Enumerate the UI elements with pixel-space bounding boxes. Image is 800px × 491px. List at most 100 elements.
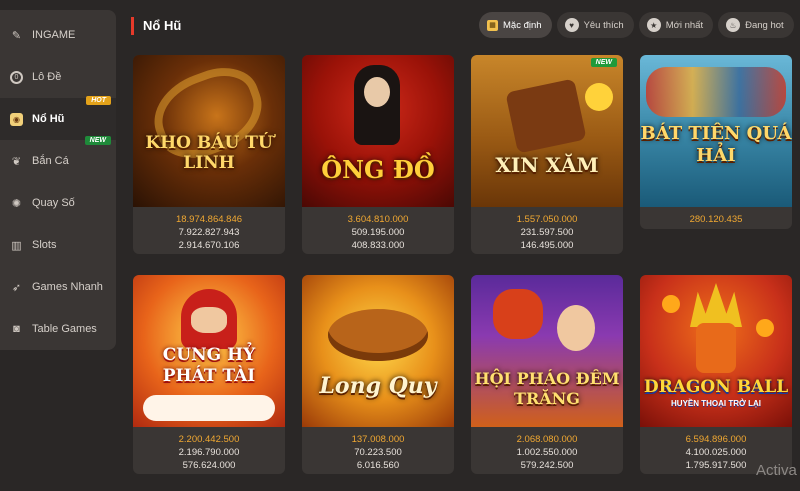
jackpot-value: 146.495.000 <box>520 240 574 251</box>
new-badge: NEW <box>590 58 617 67</box>
filter-label: Mặc định <box>503 19 542 31</box>
game-title-art: BÁT TIÊN QUÁ HẢI <box>640 123 792 166</box>
sidebar-item-games-nhanh[interactable]: ➶ Games Nhanh <box>0 266 116 308</box>
game-card-dragon-ball[interactable]: DRAGON BALL HUYỀN THOẠI TRỞ LẠI 6.594.89… <box>640 275 792 474</box>
jackpot-value: 231.597.500 <box>520 227 574 238</box>
game-thumbnail: ÔNG ĐỒ <box>302 55 454 207</box>
sidebar-item-slots[interactable]: ▥ Slots <box>0 224 116 266</box>
lottery-icon: ✺ <box>11 197 22 210</box>
jackpot-value: 2.068.080.000 <box>516 434 578 445</box>
rocket-icon: ➶ <box>11 281 22 294</box>
jackpot-value: 70.223.500 <box>354 447 402 458</box>
flower-art <box>585 83 613 111</box>
heart-icon: ♥ <box>564 18 579 32</box>
ingame-icon: ✎ <box>11 29 22 42</box>
sidebar: ✎ INGAME 0 Lô Đề ◉ Nổ Hũ HOT ❦ Bắn Cá NE… <box>0 10 116 350</box>
jackpot-value: 576.624.000 <box>182 460 236 471</box>
game-title-art: XIN XĂM <box>495 153 599 177</box>
jackpot-value: 6.594.896.000 <box>685 434 747 445</box>
jackpot-value: 7.922.827.943 <box>178 227 240 238</box>
game-card-kho-bau-tu-linh[interactable]: KHO BÁU TỨ LINH 18.974.864.846 7.922.827… <box>133 55 285 254</box>
sidebar-item-label: Lô Đề <box>32 71 62 83</box>
sidebar-item-ingame[interactable]: ✎ INGAME <box>0 14 116 56</box>
hero-hair-art <box>690 283 742 327</box>
flame-icon: ♨ <box>726 18 741 32</box>
game-card-bat-tien-qua-hai[interactable]: BÁT TIÊN QUÁ HẢI 280.120.435 <box>640 55 792 229</box>
dragon-turtle-art <box>328 309 428 361</box>
jackpot-value: 2.914.670.106 <box>178 240 240 251</box>
game-card-cung-hy-phat-tai[interactable]: CUNG HỶ PHÁT TÀI 2.200.442.500 2.196.790… <box>133 275 285 474</box>
game-card-xin-xam[interactable]: XIN XĂM NEW 1.557.050.000 231.597.500 14… <box>471 55 623 254</box>
sidebar-item-label: Table Games <box>32 323 97 335</box>
new-badge: NEW <box>84 136 111 145</box>
game-title-art: HỘI PHÁO ĐÊM TRĂNG <box>474 369 620 408</box>
star-icon: ★ <box>646 18 661 32</box>
slots-icon: ▥ <box>11 239 22 252</box>
game-title-art: DRAGON BALL <box>643 377 789 397</box>
fish-icon: ❦ <box>11 155 22 168</box>
nohu-icon: ◉ <box>10 112 23 126</box>
game-card-ong-do[interactable]: ÔNG ĐỒ 3.604.810.000 509.195.000 408.833… <box>302 55 454 254</box>
jackpot-value: 1.002.550.000 <box>516 447 578 458</box>
jackpot-value: 579.242.500 <box>520 460 574 471</box>
sidebar-item-label: Games Nhanh <box>32 281 103 293</box>
game-subtitle-art: HUYỀN THOẠI TRỞ LẠI <box>671 399 761 408</box>
hot-badge: HOT <box>86 96 111 105</box>
sidebar-item-label: Bắn Cá <box>32 155 69 167</box>
game-title-art: KHO BÁU TỨ LINH <box>145 133 273 173</box>
child-art <box>557 305 595 351</box>
game-title-art: ÔNG ĐỒ <box>321 155 435 184</box>
face-art <box>191 307 227 333</box>
grid-icon: ▦ <box>487 19 498 31</box>
filter-label: Yêu thích <box>583 19 624 31</box>
jackpot-value: 2.200.442.500 <box>178 434 240 445</box>
game-card-hoi-phao-dem-trang[interactable]: HỘI PHÁO ĐÊM TRĂNG 2.068.080.000 1.002.5… <box>471 275 623 474</box>
jackpot-value: 6.016.560 <box>356 460 400 471</box>
activate-watermark: Activa <box>756 462 797 479</box>
hero-body-art <box>696 323 736 373</box>
sidebar-item-nohu[interactable]: ◉ Nổ Hũ HOT <box>0 96 116 140</box>
jackpot-value: 2.196.790.000 <box>178 447 240 458</box>
game-thumbnail: XIN XĂM NEW <box>471 55 623 207</box>
sidebar-item-label: Nổ Hũ <box>32 113 65 125</box>
filter-default-button[interactable]: ▦ Mặc định <box>479 12 552 38</box>
fortune-sticks-art <box>505 78 587 154</box>
dragon-ball-art <box>756 319 774 337</box>
immortals-art <box>646 67 786 117</box>
game-title-art: CUNG HỶ PHÁT TÀI <box>162 345 256 386</box>
filter-label: Mới nhất <box>665 19 704 31</box>
game-thumbnail: DRAGON BALL HUYỀN THOẠI TRỞ LẠI <box>640 275 792 427</box>
game-thumbnail: Long Quy <box>302 275 454 427</box>
game-title-art: Long Quy <box>319 373 437 399</box>
sidebar-item-label: Quay Số <box>32 197 75 209</box>
lion-dance-art <box>493 289 543 339</box>
cloud-art <box>143 395 275 421</box>
jackpot-value: 137.008.000 <box>351 434 405 445</box>
jackpot-value: 408.833.000 <box>351 240 405 251</box>
game-thumbnail: CUNG HỶ PHÁT TÀI <box>133 275 285 427</box>
jackpot-value: 4.100.025.000 <box>685 447 747 458</box>
game-thumbnail: KHO BÁU TỨ LINH <box>133 55 285 207</box>
jackpot-value: 1.557.050.000 <box>516 214 578 225</box>
table-games-icon: ◙ <box>13 323 20 335</box>
dragon-ball-art <box>662 295 680 313</box>
jackpot-value: 280.120.435 <box>689 214 743 225</box>
sidebar-item-lode[interactable]: 0 Lô Đề <box>0 56 116 98</box>
game-thumbnail: BÁT TIÊN QUÁ HẢI <box>640 55 792 207</box>
sidebar-item-label: Slots <box>32 239 57 251</box>
game-thumbnail: HỘI PHÁO ĐÊM TRĂNG <box>471 275 623 427</box>
lode-icon: 0 <box>10 70 23 84</box>
game-card-long-quy[interactable]: Long Quy 137.008.000 70.223.500 6.016.56… <box>302 275 454 474</box>
filter-favorite-button[interactable]: ♥ Yêu thích <box>556 12 634 38</box>
sidebar-item-label: INGAME <box>32 29 76 41</box>
filter-newest-button[interactable]: ★ Mới nhất <box>638 12 714 38</box>
sidebar-item-banca[interactable]: ❦ Bắn Cá NEW <box>0 136 116 182</box>
page-title: Nổ Hũ <box>131 17 181 35</box>
sort-filters: ▦ Mặc định ♥ Yêu thích ★ Mới nhất ♨ Đang… <box>479 12 794 38</box>
sidebar-item-table-games[interactable]: ◙ Table Games <box>0 308 116 350</box>
filter-label: Đang hot <box>745 19 784 31</box>
scholar-face-art <box>364 77 390 107</box>
jackpot-value: 18.974.864.846 <box>175 214 243 225</box>
filter-hot-button[interactable]: ♨ Đang hot <box>718 12 794 38</box>
sidebar-item-quayso[interactable]: ✺ Quay Số <box>0 182 116 224</box>
